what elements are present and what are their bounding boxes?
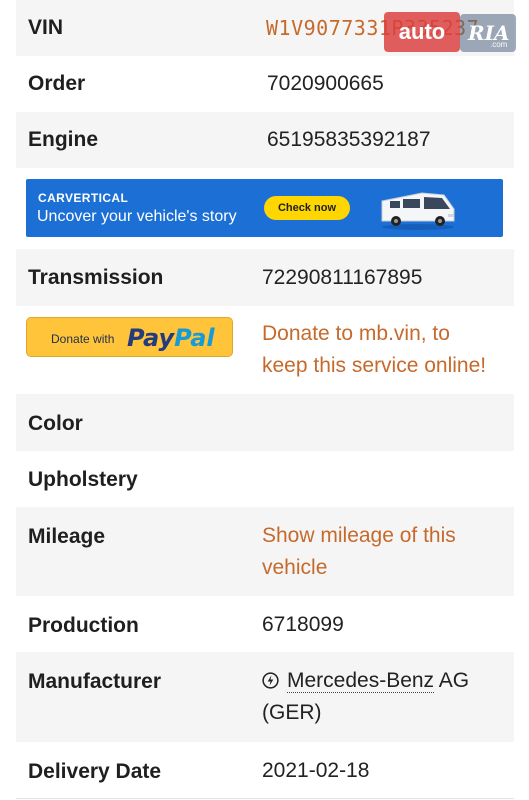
order-value: 7020900665	[267, 72, 384, 95]
color-label: Color	[28, 412, 83, 435]
row-manufacturer: Manufacturer Mercedes-Benz AG (GER)	[16, 652, 514, 743]
banner-text: Uncover your vehicle's story	[37, 208, 237, 225]
delivery-date-value: 2021-02-18	[262, 759, 370, 782]
delivery-date-label: Delivery Date	[28, 760, 162, 783]
carvertical-banner[interactable]: CARVERTICAL Uncover your vehicle's story…	[26, 179, 503, 237]
manufacturer-suffix: AG	[434, 669, 470, 692]
paypal-logo: PayPal	[127, 324, 215, 352]
mileage-line-1: Show mileage of this	[262, 524, 456, 547]
row-order: Order 7020900665	[16, 56, 514, 113]
donate-line-1: Donate to mb.vin, to	[262, 322, 450, 345]
paypal-logo-pay: Pay	[127, 324, 175, 352]
manufacturer-name[interactable]: Mercedes-Benz	[287, 669, 435, 693]
watermark-ria-box: RIA .com	[460, 14, 516, 52]
row-mileage: Mileage Show mileage of this vehicle	[16, 507, 514, 597]
donate-with-label: Donate with	[51, 332, 115, 346]
donate-link[interactable]: Donate to mb.vin, to keep this service o…	[262, 318, 486, 382]
engine-value: 65195835392187	[267, 128, 431, 151]
upholstery-label: Upholstery	[28, 468, 138, 491]
production-value: 6718099	[262, 613, 344, 636]
check-now-button[interactable]: Check now	[264, 196, 350, 220]
mileage-line-2: vehicle	[262, 556, 328, 579]
paypal-logo-pal: Pal	[174, 324, 215, 352]
watermark-auto: auto	[384, 12, 460, 52]
transmission-value: 72290811167895	[262, 266, 423, 289]
row-banner: CARVERTICAL Uncover your vehicle's story…	[16, 168, 514, 250]
engine-label: Engine	[28, 128, 99, 151]
transmission-label: Transmission	[28, 266, 164, 289]
watermark-com: .com	[490, 40, 508, 49]
vin-label: VIN	[28, 16, 64, 39]
manufacturer-value: Mercedes-Benz AG (GER)	[262, 665, 469, 729]
donate-line-2: keep this service online!	[262, 354, 487, 377]
manufacturer-label: Manufacturer	[28, 670, 162, 693]
production-label: Production	[28, 614, 139, 637]
row-production: Production 6718099	[16, 596, 514, 653]
order-label: Order	[28, 72, 86, 95]
row-engine: Engine 65195835392187	[16, 112, 514, 169]
row-delivery-date: Delivery Date 2021-02-18	[16, 742, 514, 799]
row-transmission: Transmission 72290811167895	[16, 249, 514, 307]
manufacturer-country: (GER)	[262, 701, 322, 724]
paypal-donate-button[interactable]: Donate with PayPal	[26, 317, 233, 357]
show-mileage-link[interactable]: Show mileage of this vehicle	[262, 520, 456, 584]
bolt-circle-icon	[262, 672, 279, 689]
carvertical-logo: CARVERTICAL	[38, 191, 129, 205]
row-color: Color	[16, 394, 514, 452]
van-icon	[381, 192, 455, 230]
row-upholstery: Upholstery	[16, 451, 514, 508]
auto-ria-watermark: auto RIA .com	[384, 12, 516, 54]
mileage-label: Mileage	[28, 525, 106, 548]
row-paypal: Donate with PayPal Donate to mb.vin, to …	[16, 306, 514, 395]
